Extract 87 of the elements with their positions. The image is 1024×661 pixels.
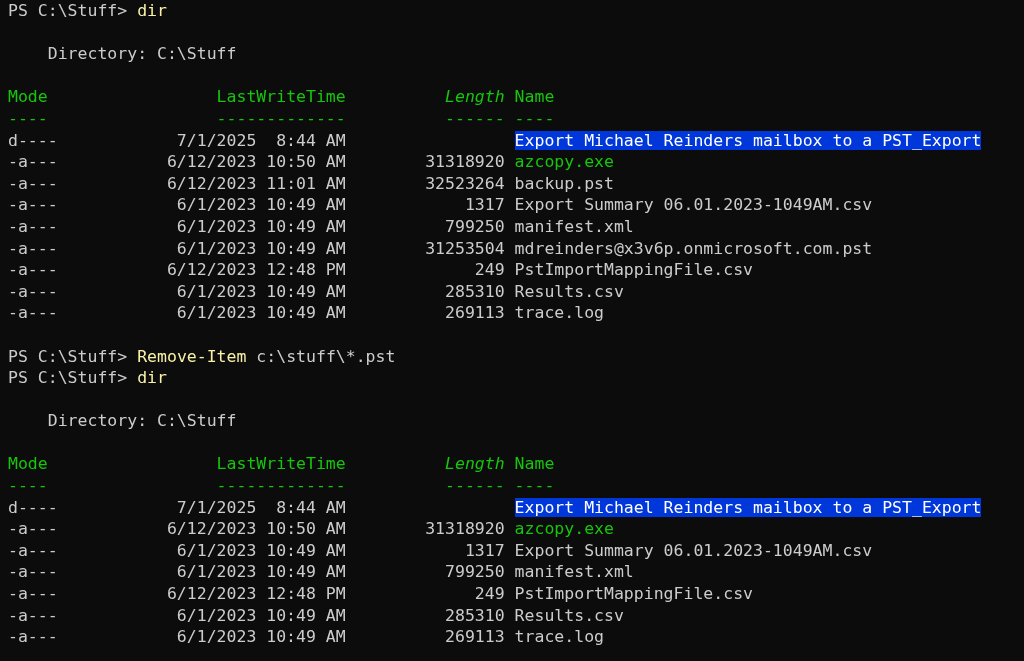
- command-text: Remove-Item: [137, 345, 247, 368]
- timestamp-text: 6/12/2023 10:50 AM: [166, 152, 346, 172]
- mode-text: -a---: [8, 584, 58, 604]
- timestamp-text: 6/1/2023 10:49 AM: [176, 540, 346, 560]
- mode-text: -a---: [8, 562, 58, 582]
- mode-text: -a---: [8, 216, 58, 236]
- timestamp-text: 6/1/2023 10:49 AM: [176, 303, 346, 323]
- file-name: azcopy.exe: [514, 519, 614, 539]
- column-header: Name: [514, 454, 555, 474]
- file-name: azcopy.exe: [514, 152, 614, 172]
- file-name: Export Michael Reinders mailbox to a PST_Export: [514, 497, 982, 517]
- header-underline: -------------: [216, 108, 346, 128]
- column-header: Length: [445, 87, 505, 107]
- timestamp-text: 6/1/2023 10:49 AM: [176, 627, 346, 647]
- header-underline: ------: [445, 108, 505, 128]
- column-header: LastWriteTime: [216, 87, 346, 107]
- mode-text: -a---: [8, 627, 58, 647]
- timestamp-text: 6/12/2023 12:48 PM: [166, 584, 346, 604]
- header-underline: ----: [514, 108, 555, 128]
- file-name: trace.log: [514, 303, 604, 323]
- command-text: dir: [137, 0, 167, 22]
- column-header: Length: [445, 454, 505, 474]
- header-underline: ----: [8, 108, 48, 128]
- length-text: 285310: [445, 605, 505, 625]
- file-name: Results.csv: [514, 605, 624, 625]
- file-name: manifest.xml: [514, 216, 634, 236]
- file-name: PstImportMappingFile.csv: [514, 584, 753, 604]
- mode-text: d----: [8, 130, 58, 150]
- mode-text: -a---: [8, 195, 58, 215]
- length-text: 1317: [464, 540, 505, 560]
- length-text: 799250: [445, 216, 505, 236]
- timestamp-text: 6/1/2023 10:49 AM: [176, 562, 346, 582]
- timestamp-text: 7/1/2025 8:44 AM: [176, 497, 346, 517]
- timestamp-text: 6/12/2023 11:01 AM: [166, 173, 346, 193]
- mode-text: -a---: [8, 238, 58, 258]
- file-name: backup.pst: [514, 173, 614, 193]
- length-text: 31253504: [425, 238, 505, 258]
- length-text: 31318920: [425, 152, 505, 172]
- directory-label: Directory: C:\Stuff: [47, 43, 237, 65]
- header-underline: ------: [445, 476, 505, 496]
- file-name: Export Summary 06.01.2023-1049AM.csv: [514, 540, 873, 560]
- mode-text: d----: [8, 497, 58, 517]
- timestamp-text: 6/12/2023 10:50 AM: [166, 519, 346, 539]
- column-header: Mode: [8, 87, 48, 107]
- mode-text: -a---: [8, 540, 58, 560]
- file-name: mdreinders@x3v6p.onmicrosoft.com.pst: [514, 238, 873, 258]
- prompt-text: PS C:\Stuff>: [8, 345, 128, 368]
- file-name: Export Summary 06.01.2023-1049AM.csv: [514, 195, 873, 215]
- timestamp-text: 6/1/2023 10:49 AM: [176, 195, 346, 215]
- length-text: 32523264: [425, 173, 505, 193]
- mode-text: -a---: [8, 260, 58, 280]
- column-header: Mode: [8, 454, 48, 474]
- file-name: manifest.xml: [514, 562, 634, 582]
- prompt-text: PS C:\Stuff>: [8, 0, 128, 22]
- file-name: trace.log: [514, 627, 604, 647]
- mode-text: -a---: [8, 281, 58, 301]
- length-text: 799250: [445, 562, 505, 582]
- timestamp-text: 6/12/2023 12:48 PM: [166, 260, 346, 280]
- header-underline: ----: [514, 476, 555, 496]
- timestamp-text: 7/1/2025 8:44 AM: [176, 130, 346, 150]
- mode-text: -a---: [8, 519, 58, 539]
- length-text: 269113: [445, 303, 505, 323]
- mode-text: -a---: [8, 303, 58, 323]
- prompt-text: PS C:\Stuff>: [8, 367, 128, 389]
- length-text: 285310: [445, 281, 505, 301]
- argument-text: c:\stuff\*.pst: [256, 345, 396, 368]
- file-name: Export Michael Reinders mailbox to a PST_Export: [514, 130, 982, 150]
- file-name: PstImportMappingFile.csv: [514, 260, 753, 280]
- length-text: 269113: [445, 627, 505, 647]
- file-name: Results.csv: [514, 281, 624, 301]
- command-text: dir: [137, 367, 167, 389]
- header-underline: ----: [8, 476, 48, 496]
- timestamp-text: 6/1/2023 10:49 AM: [176, 238, 346, 258]
- length-text: 31318920: [425, 519, 505, 539]
- timestamp-text: 6/1/2023 10:49 AM: [176, 605, 346, 625]
- length-text: 249: [474, 584, 505, 604]
- timestamp-text: 6/1/2023 10:49 AM: [176, 216, 346, 236]
- mode-text: -a---: [8, 152, 58, 172]
- header-underline: -------------: [216, 476, 346, 496]
- timestamp-text: 6/1/2023 10:49 AM: [176, 281, 346, 301]
- column-header: LastWriteTime: [216, 454, 346, 474]
- length-text: 249: [474, 260, 505, 280]
- directory-label: Directory: C:\Stuff: [47, 410, 237, 432]
- column-header: Name: [514, 87, 555, 107]
- mode-text: -a---: [8, 173, 58, 193]
- length-text: 1317: [464, 195, 505, 215]
- mode-text: -a---: [8, 605, 58, 625]
